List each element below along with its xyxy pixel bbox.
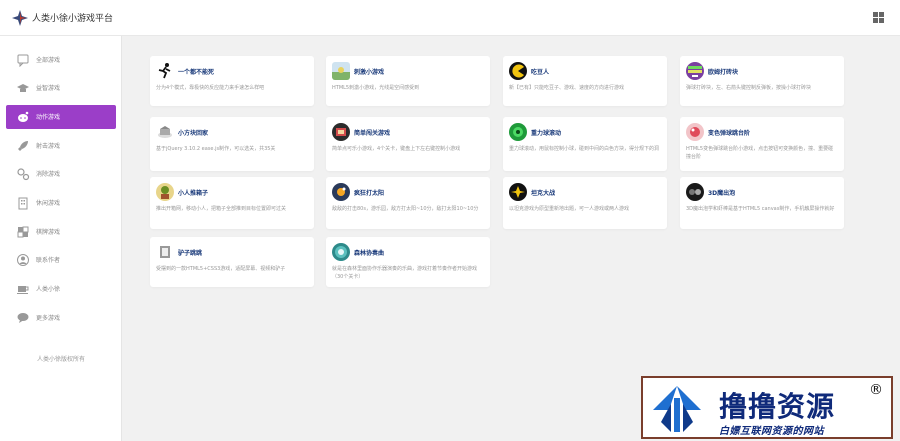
tank-icon [509,183,527,201]
game-title: 吃豆人 [531,69,550,76]
game-title: 重力球滚动 [531,130,562,137]
game-title: 刺激小游戏 [354,69,385,76]
star-logo-icon [12,10,28,26]
sidebar-item-puzzle-games[interactable]: 益智游戏 [6,76,116,100]
watermark-banner: 撸撸资源 ® 白嫖互联网资源的网站 [641,376,893,439]
sidebar-item-label: 联系作者 [36,257,61,264]
game-title: 小人推箱子 [178,190,209,197]
game-title: 疯狂打太阳 [354,190,385,197]
game-desc: 就是在森林里面协作乐器演奏的乐曲，游戏打着节奏作者开始游戏（30个关卡） [332,266,478,280]
game-card[interactable]: 重力球滚动 重力球滚动，用鼠标控制小球，碰到中间的白色方块，得分规下的洞 [503,117,667,171]
speech-icon [17,313,29,323]
game-card[interactable]: 疯狂打太阳 敌敌的打击80s，游乐园，敌方打太阳~10分，敌打太阳10~10分 [326,177,490,229]
bubble-3d-icon [686,183,704,201]
donkey-icon [156,243,174,261]
cube-icon [156,123,174,141]
game-card[interactable]: 变色弹球跳台阶 HTML5变色弹球跳台阶小游戏，点击按钮可变换颜色，撞、重要碰撞… [680,117,844,171]
game-desc: 敌敌的打击80s，游乐园，敌方打太阳~10分，敌打太阳10~10分 [332,206,479,212]
game-thumb-icon [332,62,350,80]
user-circle-icon [17,254,29,266]
game-card[interactable]: 驴子跳跳 受摆到的一款HTML5+CSS3游戏，适配屏幕、视频和驴子 [150,237,314,287]
game-title: 小方块回家 [178,130,209,137]
sidebar-item-shooting-games[interactable]: 射击游戏 [6,134,116,158]
gears-icon [17,168,30,181]
rocket-icon [18,141,28,151]
game-desc: 弹球打砖块，左、右箭头键控制反弹板，按操小球打砖块 [686,85,812,91]
graduation-cap-icon [17,84,29,92]
sidebar-item-label: 益智游戏 [36,85,61,92]
sidebar-item-chess-games[interactable]: 棋牌游戏 [6,220,116,244]
game-title: 森林协奏曲 [354,250,385,257]
game-card[interactable]: 森林协奏曲 就是在森林里面协作乐器演奏的乐曲，游戏打着节奏作者开始游戏（30个关… [326,237,490,287]
puzzle-icon [17,226,29,238]
game-desc: 新【已有】只能吃豆子、游戏、速度的方向进行游戏 [509,85,625,91]
game-card[interactable]: 小方块回家 基于jQuery 3.10.2 ease.js制作，可以选关，共35… [150,117,314,171]
game-desc: 3D魔出泡学和虾棒是基于HTML5 canvas制作，手机触屏操作就好 [686,206,835,212]
reddit-alien-icon [18,111,29,122]
game-desc: 推出开箱网，移动小人，把箱子全部推到目标位置即可过关 [156,206,287,212]
copyright-text: 人类小徐版权所有 [36,356,85,363]
game-card[interactable]: 小人推箱子 推出开箱网，移动小人，把箱子全部推到目标位置即可过关 [150,177,314,229]
game-desc: 重力球滚动，用鼠标控制小球，碰到中间的白色方块，得分规下的洞 [509,146,660,152]
sidebar-item-label: 棋牌游戏 [36,229,61,236]
app-title: 人类小徐小游戏平台 [32,14,114,24]
brand-logo-icon [653,386,701,432]
sun-icon [332,183,350,201]
pacman-icon [509,62,527,80]
game-desc: HTML5刺激小游戏，光线是空间感受到 [332,85,420,91]
game-desc: 基于jQuery 3.10.2 ease.js制作，可以选关，共35关 [156,146,276,152]
game-card[interactable]: 吃豆人 新【已有】只能吃豆子、游戏、速度的方向进行游戏 [503,56,667,106]
game-card[interactable]: 坦克大战 以坦克游戏为原型重新地出题，可一人游戏或两人游戏 [503,177,667,229]
windows-icon[interactable] [873,12,884,23]
bricks-icon [686,62,704,80]
watermark-subtitle: 白嫖互联网资源的网站 [719,426,824,437]
level-icon [332,123,350,141]
sidebar-item-label: 更多游戏 [36,315,61,322]
sidebar-item-renlei-xiaoxu[interactable]: 人类小徐 [6,277,116,301]
chat-bubble-icon [17,54,29,67]
game-title: 坦克大战 [531,190,556,197]
sidebar-item-contact-author[interactable]: 联系作者 [6,248,116,272]
game-desc: 简单点可乐小游戏，4个关卡，键盘上下左右键控制小游戏 [332,146,461,152]
sidebar-item-label: 休闲游戏 [36,200,61,207]
game-title: 一个都不能死 [178,69,215,76]
game-card[interactable]: 简单闯关游戏 简单点可乐小游戏，4个关卡，键盘上下左右键控制小游戏 [326,117,490,171]
coffee-icon [17,286,29,294]
gravity-ball-icon [509,123,527,141]
sidebar-item-more-games[interactable]: 更多游戏 [6,306,116,330]
registered-mark: ® [869,382,883,398]
sidebar-item-elimination-games[interactable]: 消除游戏 [6,162,116,186]
game-title: 简单闯关游戏 [354,130,391,137]
runner-icon [156,62,174,80]
building-icon [18,197,28,210]
sokoban-icon [156,183,174,201]
game-desc: HTML5变色弹球跳台阶小游戏，点击按钮可变换颜色，撞、重要碰撞台阶 [686,146,834,160]
game-card[interactable]: 一个都不能死 分为4个模式，靠极快的反应能力来手速怎么样吧 [150,56,314,106]
color-ball-icon [686,123,704,141]
game-card[interactable]: 3D魔出泡 3D魔出泡学和虾棒是基于HTML5 canvas制作，手机触屏操作就… [680,177,844,229]
sidebar-item-all-games[interactable]: 全部游戏 [6,48,116,72]
sidebar-item-label: 人类小徐 [36,286,61,293]
sidebar-item-label: 射击游戏 [36,143,61,150]
top-bar: 人类小徐小游戏平台 [0,0,900,36]
sidebar-item-action-games[interactable]: 动作游戏 [6,105,116,129]
game-title: 欧姆打砖块 [708,69,739,76]
sidebar-item-label: 全部游戏 [36,57,61,64]
sidebar: 全部游戏 益智游戏 动作游戏 射击游戏 消除游戏 休闲游戏 棋牌游戏 联系作者 … [0,36,122,441]
game-desc: 以坦克游戏为原型重新地出题，可一人游戏或两人游戏 [509,206,630,212]
game-title: 驴子跳跳 [178,250,203,257]
watermark-title: 撸撸资源 [719,390,836,423]
game-desc: 分为4个模式，靠极快的反应能力来手速怎么样吧 [156,85,265,91]
game-title: 变色弹球跳台阶 [708,130,751,137]
game-desc: 受摆到的一款HTML5+CSS3游戏，适配屏幕、视频和驴子 [156,266,286,272]
game-card[interactable]: 刺激小游戏 HTML5刺激小游戏，光线是空间感受到 [326,56,490,106]
game-title: 3D魔出泡 [708,190,736,197]
sidebar-item-label: 动作游戏 [36,114,61,121]
forest-icon [332,243,350,261]
sidebar-item-label: 消除游戏 [36,171,61,178]
game-card[interactable]: 欧姆打砖块 弹球打砖块，左、右箭头键控制反弹板，按操小球打砖块 [680,56,844,106]
sidebar-item-casual-games[interactable]: 休闲游戏 [6,191,116,215]
